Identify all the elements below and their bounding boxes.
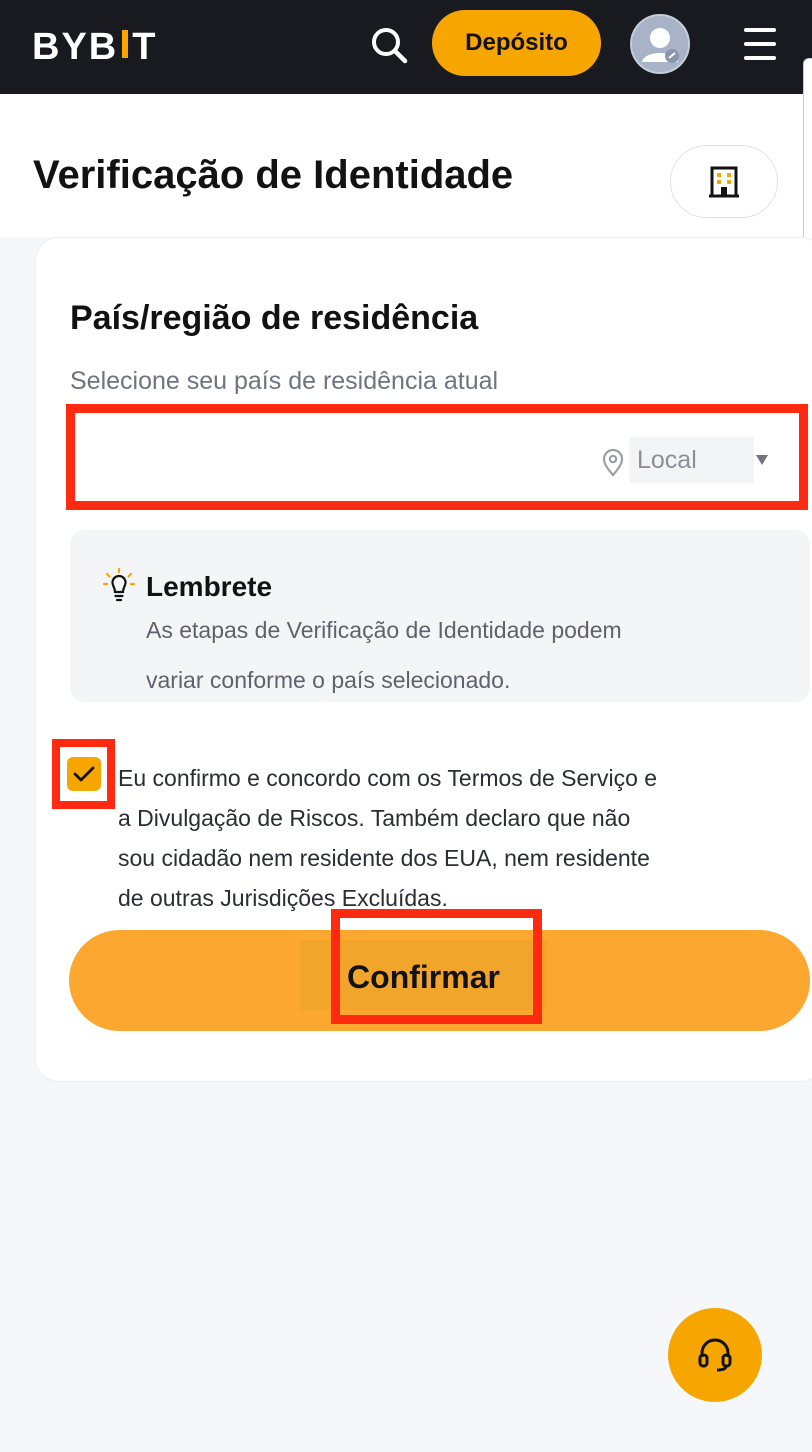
building-icon (709, 166, 739, 197)
checkmark-icon (73, 766, 95, 782)
reminder-text-line: variar conforme o país selecionado. (146, 667, 511, 693)
chevron-down-icon (756, 455, 768, 465)
top-navigation-bar: BYB T Depósito (0, 0, 812, 94)
country-select[interactable]: Local (66, 404, 808, 510)
reminder-text-line: As etapas de Verificação de Identidade p… (146, 617, 622, 643)
terms-consent-text[interactable]: Eu confirmo e concordo com os Termos de … (118, 758, 738, 918)
confirm-button-label[interactable]: Confirmar (300, 955, 547, 999)
location-pin-icon (602, 449, 624, 477)
search-button[interactable] (366, 22, 412, 68)
location-label[interactable]: Local (629, 437, 754, 483)
user-avatar-icon (642, 28, 679, 63)
headset-icon (698, 1338, 732, 1372)
residence-section-subtitle: Selecione seu país de residência atual (70, 367, 499, 395)
menu-button[interactable] (740, 24, 780, 64)
residence-section-title: País/região de residência (70, 299, 479, 337)
reminder-title: Lembrete (146, 571, 273, 602)
checkbox-checked (67, 757, 101, 791)
menu-icon (744, 28, 776, 32)
bybit-logo[interactable]: BYB T (32, 28, 157, 66)
terms-checkbox[interactable] (52, 739, 115, 809)
business-verification-button[interactable] (670, 145, 778, 218)
support-chat-button[interactable] (668, 1308, 762, 1402)
user-avatar[interactable] (630, 14, 690, 74)
page-title: Verificação de Identidade (33, 153, 514, 197)
deposit-button[interactable]: Depósito (432, 10, 601, 76)
search-icon (372, 28, 408, 64)
lightbulb-icon (103, 568, 135, 602)
